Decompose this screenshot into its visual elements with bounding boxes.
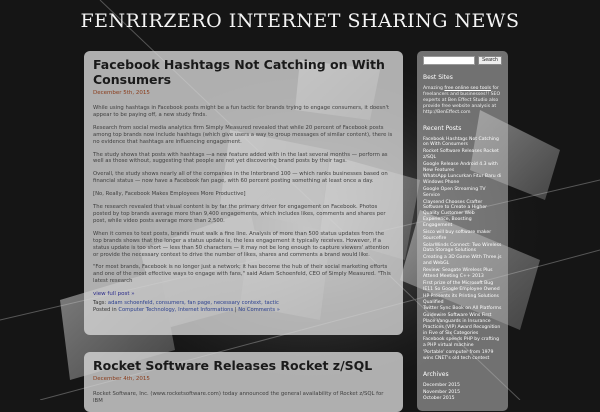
posted-in-label: Posted in — [93, 306, 117, 313]
recent-posts-list: Facebook Hashtags Not Catching on With C… — [423, 137, 502, 362]
post-paragraph: [No, Really, Facebook Makes Employees Mo… — [93, 191, 246, 198]
post-paragraph: When it comes to text posts, brands must… — [93, 230, 390, 258]
recent-posts-heading: Recent Posts — [423, 124, 462, 132]
archive-link[interactable]: December 2015 — [423, 383, 502, 389]
tags-label: Tags: — [93, 300, 107, 307]
comments-link[interactable]: No Comments » — [238, 307, 280, 313]
recent-post-link[interactable]: Creating a 3D Game With Three.js and Web… — [423, 255, 502, 267]
post-title[interactable]: Facebook Hashtags Not Catching on With C… — [93, 57, 394, 87]
post-paragraph: While using hashtags in Facebook posts m… — [93, 105, 390, 118]
post-paragraph: The research revealed that visual conten… — [93, 204, 386, 224]
recent-post-link[interactable]: Review: Seagate Wireless Plus — [423, 268, 502, 274]
post-date: December 4th, 2015 — [93, 376, 150, 382]
recent-post-link[interactable]: First prize of the Microsoft Bug IE11 So… — [423, 281, 502, 293]
recent-post-link[interactable]: Twitter Sync Book on All Platforms — [423, 306, 502, 312]
recent-post-link[interactable]: WhatsApp Luncurkan Fitur Baru di Windows… — [423, 174, 502, 186]
archive-link[interactable]: November 2015 — [423, 390, 502, 396]
post-title[interactable]: Rocket Software Releases Rocket z/SQL — [93, 358, 394, 373]
seo-tools-link[interactable]: free online seo tools — [444, 86, 491, 91]
post-meta: Tags: adam schoenfeld, consumers, fan pa… — [93, 300, 394, 314]
recent-post-link[interactable]: Attend Meeting C++ 2013 — [423, 274, 502, 280]
archives-list: December 2015 November 2015 October 2015 — [423, 383, 502, 402]
post-paragraph: Research from social media analytics fir… — [93, 124, 393, 145]
sidebar: Search Best Sites Amazing free online se… — [417, 51, 508, 411]
recent-post-link[interactable]: Facebook speeds PHP by crafting a PHP vi… — [423, 337, 502, 349]
best-sites-text: Amazing free online seo tools for freela… — [423, 86, 502, 116]
recent-post-link[interactable]: 'Portable' computer from 1979 wins CNET'… — [423, 350, 502, 362]
recent-post-link[interactable]: HP Presents its Printing Solutions Quali… — [423, 294, 502, 306]
post-body: While using hashtags in Facebook posts m… — [93, 105, 394, 285]
recent-post-link[interactable]: Facebook Hashtags Not Catching on With C… — [423, 137, 502, 149]
site-title[interactable]: FENRIRZERO INTERNET SHARING NEWS — [0, 10, 600, 32]
post-rocket-software: Rocket Software Releases Rocket z/SQL De… — [84, 352, 403, 412]
search-button[interactable]: Search — [478, 56, 502, 65]
post-facebook-hashtags: Facebook Hashtags Not Catching on With C… — [84, 51, 403, 335]
recent-post-link[interactable]: Claysend Chooses Crafter Software to Cre… — [423, 200, 502, 230]
recent-post-link[interactable]: Sisco will buy software maker Sourcefire — [423, 230, 502, 242]
post-date: December 5th, 2015 — [93, 90, 150, 96]
recent-post-link[interactable]: Rocket Software Releases Rocket z/SQL — [423, 149, 502, 161]
post-paragraph: Overall, the study shows nearly all of t… — [93, 171, 388, 185]
post-body: Rocket Software, Inc. (www.rocketsoftwar… — [93, 391, 394, 405]
best-sites-text-before: Amazing — [423, 86, 445, 91]
meta-separator: | — [234, 306, 237, 313]
best-sites-heading: Best Sites — [423, 74, 453, 81]
recent-post-link[interactable]: SolarWinds Connect: Two Wireless Data St… — [423, 243, 502, 255]
archives-heading: Archives — [423, 370, 449, 378]
search-input[interactable] — [423, 56, 475, 65]
recent-post-link[interactable]: Google Open Streaming TV Service — [423, 187, 502, 199]
recent-post-link[interactable]: Google Release Android 4.3 with New Feat… — [423, 162, 502, 174]
search-form: Search — [423, 56, 502, 65]
archive-link[interactable]: October 2015 — [423, 396, 502, 402]
tags-links[interactable]: adam schoenfeld, consumers, fan page, ne… — [108, 300, 279, 306]
recent-post-link[interactable]: Guidewire Software Wins First Place Vang… — [423, 313, 502, 337]
view-full-post-link[interactable]: view full post » — [93, 291, 394, 297]
category-links[interactable]: Computer Technology, Internet Informatio… — [118, 307, 233, 313]
post-paragraph: The study shows that posts with hashtags… — [93, 151, 388, 165]
post-paragraph: "For most brands, Facebook is no longer … — [93, 264, 391, 285]
post-paragraph: Rocket Software, Inc. (www.rocketsoftwar… — [93, 391, 384, 404]
